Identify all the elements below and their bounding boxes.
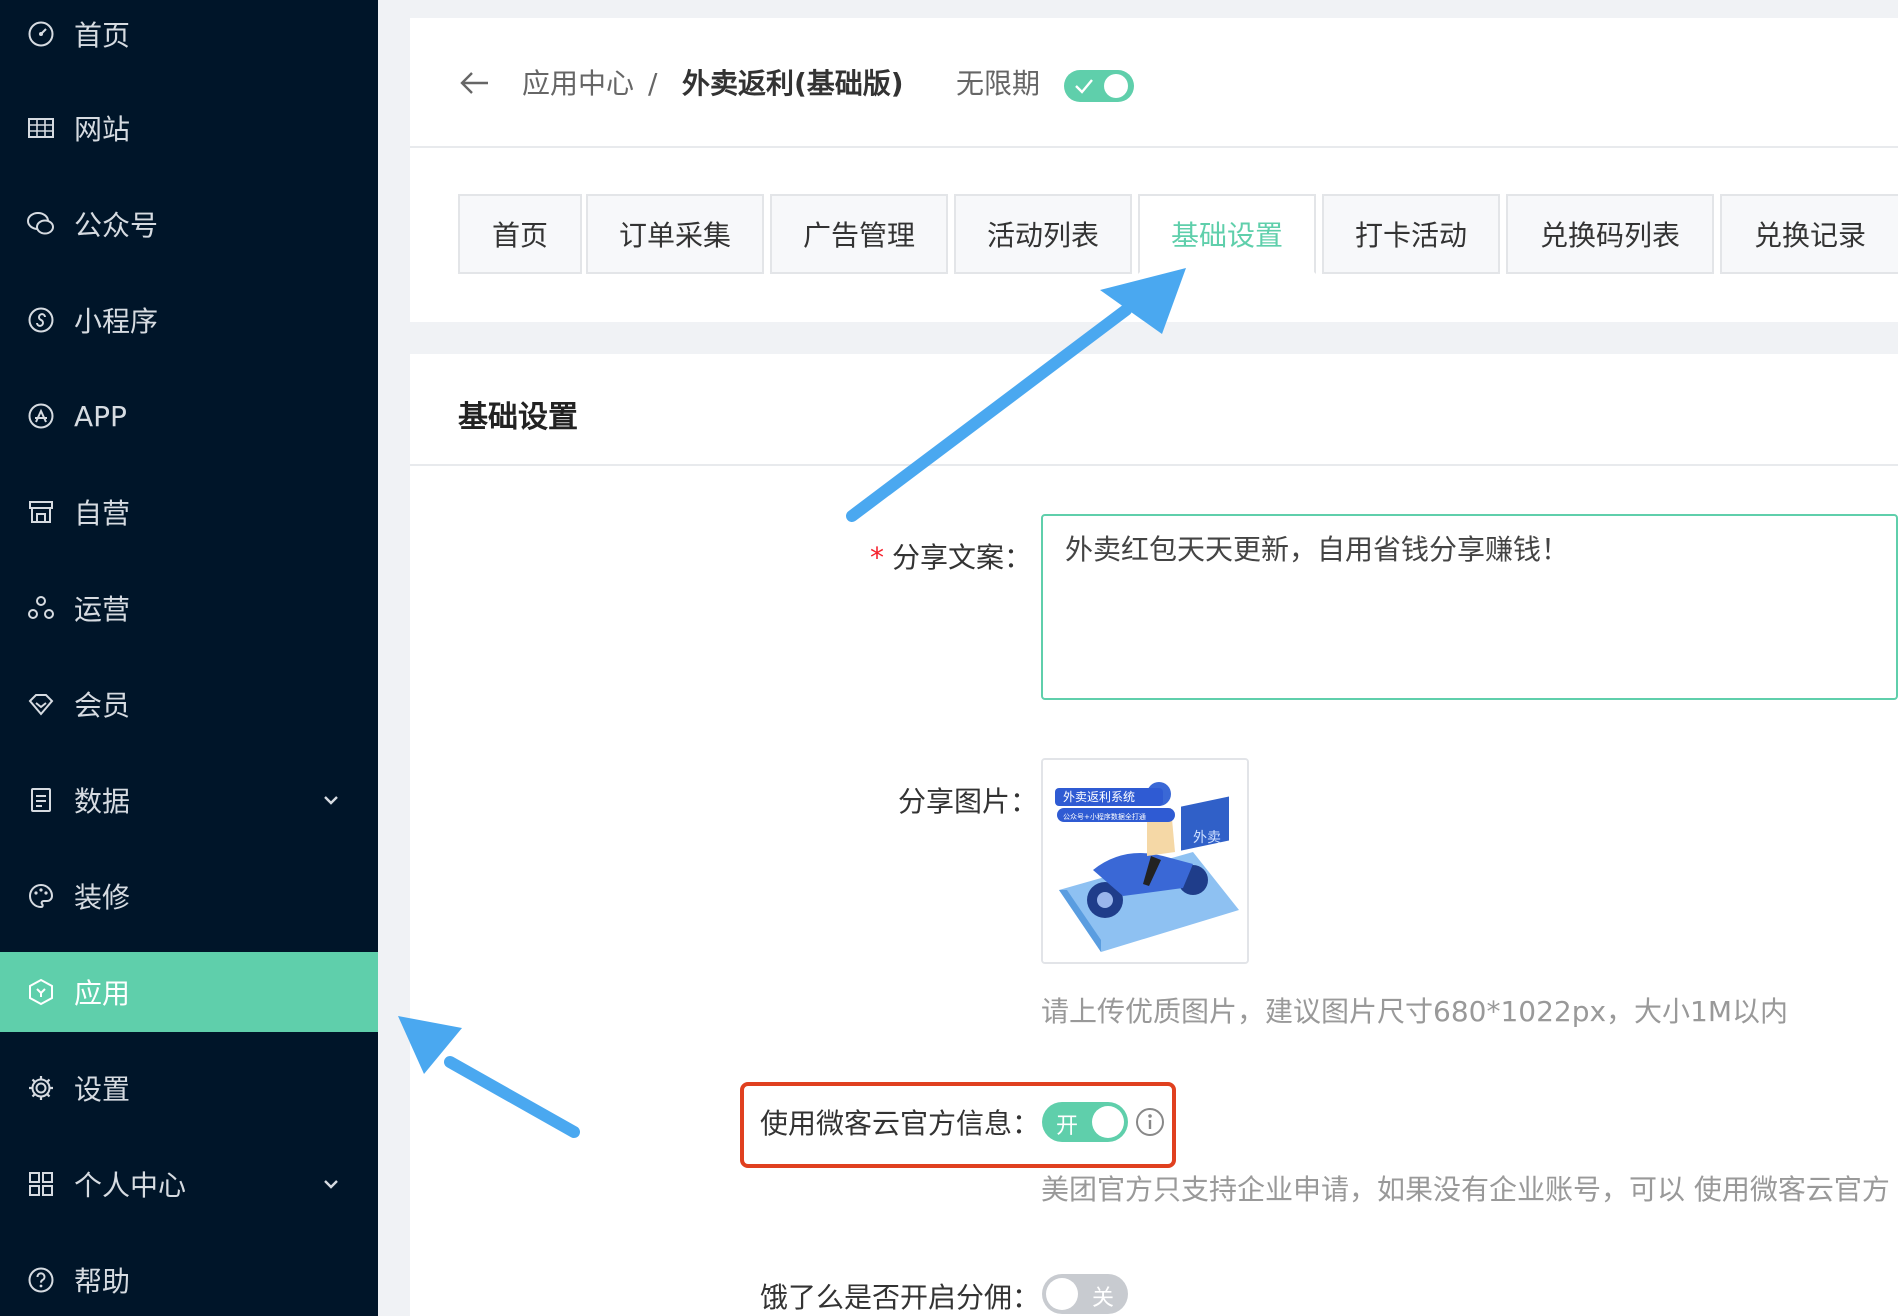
sidebar-item-members[interactable]: 会员 [0, 664, 378, 744]
sidebar-item-label: 设置 [74, 1073, 131, 1106]
sidebar-item-official-account[interactable]: 公众号 [0, 184, 378, 264]
sidebar-item-label: APP [74, 399, 127, 433]
breadcrumb-current: 外卖返利(基础版) [682, 67, 904, 100]
sidebar-item-label: 装修 [74, 881, 131, 914]
image-title: 外卖返利系统 [1063, 790, 1135, 804]
chevron-down-icon[interactable] [318, 1171, 344, 1197]
chevron-down-icon[interactable] [318, 787, 344, 813]
sidebar-item-decoration[interactable]: 装修 [0, 856, 378, 936]
tab-redeem-records[interactable]: 兑换记录 [1720, 194, 1898, 274]
sidebar: 首页 网站 公众号 小程序 APP 自营 运营 会员 数据 装修 应用 设置 个… [0, 0, 378, 1316]
toggle-knob [1092, 1106, 1124, 1138]
diamond-icon [26, 689, 56, 719]
sidebar-item-personal-center[interactable]: 个人中心 [0, 1144, 378, 1224]
tab-redeem-code-list[interactable]: 兑换码列表 [1506, 194, 1714, 274]
share-text-label-text: 分享文案： [892, 541, 1033, 574]
toggle-text: 开 [1056, 1114, 1079, 1139]
share-image-hint: 请上传优质图片，建议图片尺寸680*1022px，大小1M以内 [1041, 995, 1789, 1028]
sidebar-item-data[interactable]: 数据 [0, 760, 378, 840]
clipboard-icon [26, 785, 56, 815]
sidebar-item-label: 自营 [74, 497, 131, 530]
share-text-textarea[interactable]: 外卖红包天天更新，自用省钱分享赚钱！ [1041, 514, 1898, 700]
tab-label: 订单采集 [618, 219, 731, 252]
hexagon-icon [26, 977, 56, 1007]
tab-label: 活动列表 [986, 219, 1099, 252]
tab-activity-list[interactable]: 活动列表 [954, 194, 1132, 274]
sidebar-item-website[interactable]: 网站 [0, 88, 378, 168]
tab-label: 首页 [491, 219, 548, 252]
eleme-commission-label: 饿了么是否开启分佣： [760, 1281, 1041, 1314]
official-info-label: 使用微客云官方信息： [760, 1107, 1041, 1140]
toggle-knob [1104, 74, 1128, 98]
apps-icon [26, 1169, 56, 1199]
share-image-upload[interactable]: 外卖返利系统 公众号+小程序数据全打通 外卖 [1041, 758, 1249, 964]
sidebar-item-help[interactable]: 帮助 [0, 1240, 378, 1316]
shop-icon [26, 497, 56, 527]
sidebar-item-label: 会员 [74, 689, 131, 722]
info-icon[interactable] [1134, 1106, 1166, 1138]
share-text-label: * 分享文案： [870, 536, 1032, 576]
sidebar-item-miniprogram[interactable]: 小程序 [0, 280, 378, 360]
question-icon [26, 1265, 56, 1295]
wechat-icon [26, 209, 56, 239]
breadcrumb-separator: / [648, 67, 658, 100]
tab-home[interactable]: 首页 [458, 194, 582, 274]
tab-label: 打卡活动 [1354, 219, 1467, 252]
sidebar-item-label: 网站 [74, 113, 131, 146]
sidebar-item-label: 首页 [74, 19, 131, 52]
breadcrumb-parent[interactable]: 应用中心 [522, 66, 634, 102]
sidebar-item-label: 帮助 [74, 1265, 131, 1298]
validity-toggle[interactable] [1064, 70, 1134, 102]
tab-label: 基础设置 [1170, 219, 1283, 252]
sidebar-item-app[interactable]: APP [0, 376, 378, 456]
official-info-toggle[interactable]: 开 [1042, 1102, 1128, 1142]
tab-order-collection[interactable]: 订单采集 [586, 194, 764, 274]
divider [410, 464, 1898, 466]
sidebar-item-operations[interactable]: 运营 [0, 568, 378, 648]
sidebar-item-label: 运营 [74, 593, 131, 626]
tab-ad-management[interactable]: 广告管理 [770, 194, 948, 274]
gear-icon [26, 1073, 56, 1103]
sidebar-item-label: 公众号 [74, 209, 159, 242]
validity-label: 无限期 [956, 67, 1041, 100]
operations-icon [26, 593, 56, 623]
check-icon [1075, 79, 1093, 94]
share-image-label: 分享图片： [898, 785, 1039, 818]
eleme-commission-toggle[interactable]: 关 [1042, 1274, 1128, 1314]
sidebar-item-self-operated[interactable]: 自营 [0, 472, 378, 552]
toggle-text: 关 [1092, 1286, 1115, 1311]
image-box-text: 外卖 [1193, 830, 1221, 846]
sidebar-item-label: 数据 [74, 785, 131, 818]
delivery-scooter-image: 外卖返利系统 公众号+小程序数据全打通 外卖 [1043, 760, 1247, 962]
dashboard-icon [26, 19, 56, 49]
app-store-icon [26, 401, 56, 431]
palette-icon [26, 881, 56, 911]
official-info-hint: 美团官方只支持企业申请，如果没有企业账号，可以 使用微客云官方 [1041, 1173, 1890, 1206]
sidebar-item-home[interactable]: 首页 [0, 0, 378, 74]
tab-basic-settings[interactable]: 基础设置 [1138, 194, 1316, 274]
grid-table-icon [26, 113, 56, 143]
tab-label: 广告管理 [802, 219, 915, 252]
tab-label: 兑换码列表 [1539, 219, 1680, 252]
tab-label: 兑换记录 [1753, 219, 1866, 252]
sidebar-item-settings[interactable]: 设置 [0, 1048, 378, 1128]
sidebar-item-label: 个人中心 [74, 1169, 187, 1202]
image-subtitle: 公众号+小程序数据全打通 [1063, 812, 1146, 821]
miniprogram-icon [26, 305, 56, 335]
required-mark: * [870, 541, 884, 574]
sidebar-item-label: 小程序 [74, 305, 159, 338]
section-title: 基础设置 [458, 400, 578, 435]
tab-checkin-activity[interactable]: 打卡活动 [1322, 194, 1500, 274]
back-arrow-icon[interactable] [458, 66, 492, 100]
toggle-knob [1046, 1278, 1078, 1310]
sidebar-item-applications[interactable]: 应用 [0, 952, 378, 1032]
sidebar-item-label: 应用 [74, 977, 131, 1010]
